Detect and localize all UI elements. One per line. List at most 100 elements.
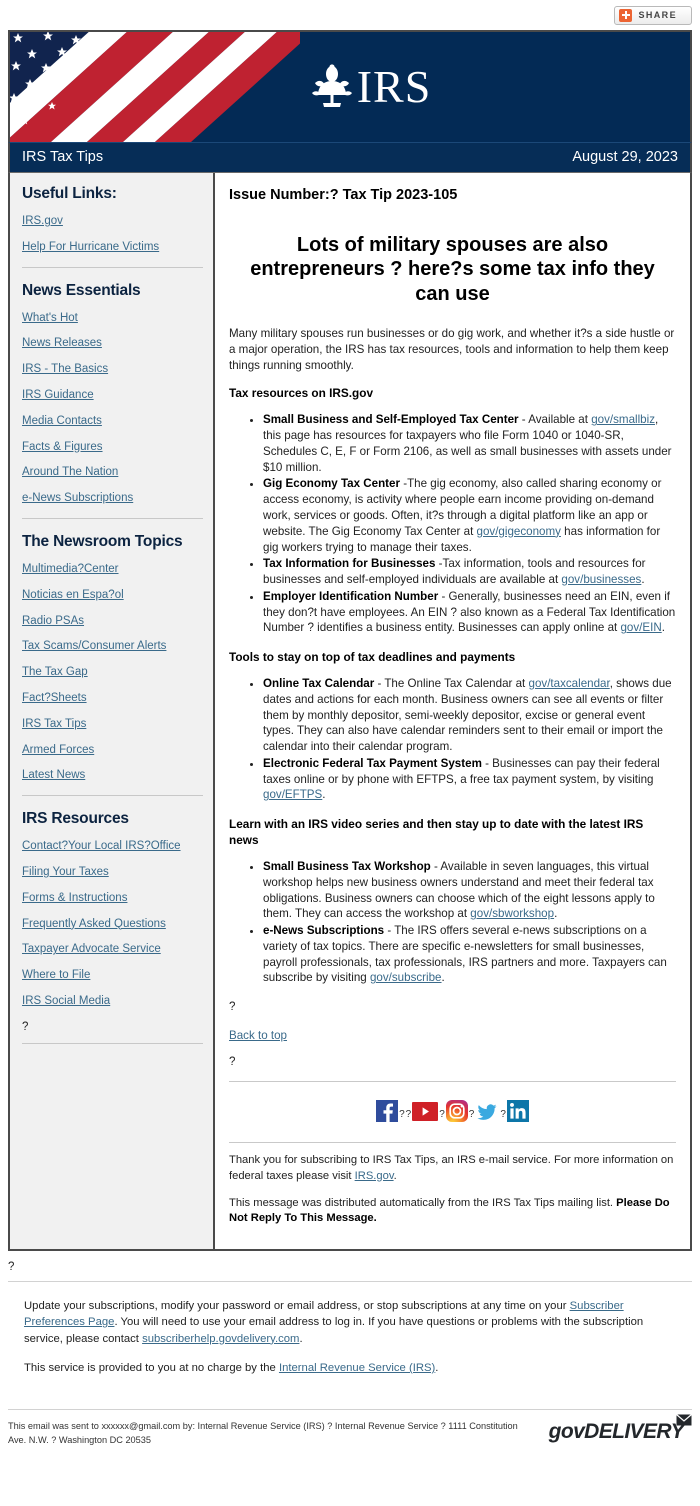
sidebar-heading-newsroom-topics: The Newsroom Topics xyxy=(22,532,183,550)
back-to-top-link[interactable]: Back to top xyxy=(229,1029,287,1042)
thanks-text-before: Thank you for subscribing to IRS Tax Tip… xyxy=(229,1154,674,1182)
bullet-link-sbworkshop[interactable]: gov/sbworkshop xyxy=(470,907,554,920)
youtube-icon xyxy=(412,1101,439,1121)
irs-logo: IRS xyxy=(309,59,432,116)
social-links-row: ? ? ? ? ? xyxy=(229,1092,676,1132)
thanks-link-irs-gov[interactable]: IRS.gov xyxy=(355,1170,394,1182)
irs-service-link[interactable]: Internal Revenue Service (IRS) xyxy=(279,1362,435,1374)
sidebar-link-filing-your-taxes[interactable]: Filing Your Taxes xyxy=(22,866,203,880)
bullet-term: Employer Identification Number xyxy=(263,589,439,603)
linkedin-icon xyxy=(506,1100,529,1123)
sidebar-divider-4 xyxy=(22,1042,203,1044)
bullet-link-gigeconomy[interactable]: gov/gigeconomy xyxy=(477,525,561,538)
social-link-facebook[interactable] xyxy=(376,1100,399,1123)
sidebar-link-facts-figures[interactable]: Facts & Figures xyxy=(22,441,203,455)
bullet-term: Gig Economy Tax Center xyxy=(263,477,401,491)
sidebar-link-taxpayer-advocate[interactable]: Taxpayer Advocate Service xyxy=(22,943,203,957)
sidebar-link-irs-guidance[interactable]: IRS Guidance xyxy=(22,389,203,403)
bullet-link-businesses[interactable]: gov/businesses xyxy=(561,573,641,586)
sidebar-heading-useful-links: Useful Links: xyxy=(22,185,117,202)
sidebar-link-the-tax-gap[interactable]: The Tax Gap xyxy=(22,666,203,680)
sidebar-link-whats-hot[interactable]: What's Hot xyxy=(22,312,203,326)
share-plus-icon xyxy=(619,8,633,22)
social-separator: ? xyxy=(405,1109,412,1121)
sidebar-link-where-to-file[interactable]: Where to File xyxy=(22,969,203,983)
social-link-instagram[interactable] xyxy=(445,1100,468,1123)
sidebar-link-media-contacts[interactable]: Media Contacts xyxy=(22,415,203,429)
bullet-link-taxcalendar[interactable]: gov/taxcalendar xyxy=(529,677,610,690)
irs-masthead: IRS xyxy=(8,30,692,142)
bullet-text-after: . xyxy=(661,621,665,635)
section-heading-tax-resources: Tax resources on IRS.gov xyxy=(229,386,374,401)
sidebar-link-fact-sheets[interactable]: Fact?Sheets xyxy=(22,692,203,706)
list-item: Online Tax Calendar - The Online Tax Cal… xyxy=(263,676,676,755)
envelope-icon xyxy=(676,1413,692,1431)
sidebar-link-latest-news[interactable]: Latest News xyxy=(22,769,203,783)
sidebar-link-enews-subscriptions[interactable]: e-News Subscriptions xyxy=(22,492,203,506)
service-text-after: . xyxy=(435,1362,439,1375)
social-link-youtube[interactable] xyxy=(412,1101,439,1121)
subscription-footer: Update your subscriptions, modify your p… xyxy=(0,1282,700,1400)
sidebar-link-contact-local-office[interactable]: Contact?Your Local IRS?Office xyxy=(22,840,203,854)
sidebar-link-news-releases[interactable]: News Releases xyxy=(22,337,203,351)
sidebar-link-armed-forces[interactable]: Armed Forces xyxy=(22,744,203,758)
sidebar-link-forms-instructions[interactable]: Forms & Instructions xyxy=(22,892,203,906)
twitter-icon xyxy=(475,1100,500,1122)
share-button[interactable]: SHARE xyxy=(614,5,692,25)
social-separator: ? xyxy=(500,1109,506,1121)
social-separator: ? xyxy=(468,1109,475,1121)
outer-spacer: ? xyxy=(8,1260,15,1273)
section-heading-tools: Tools to stay on top of tax deadlines an… xyxy=(229,650,516,665)
sidebar-link-noticias-en-espanol[interactable]: Noticias en Espa?ol xyxy=(22,589,203,603)
bullet-link-smallbiz[interactable]: gov/smallbiz xyxy=(591,413,655,426)
update-text-3: . xyxy=(299,1332,303,1345)
email-body: Useful Links: IRS.gov Help For Hurricane… xyxy=(8,172,692,1251)
bullet-term: Tax Information for Businesses xyxy=(263,557,436,571)
sender-info-row: This email was sent to xxxxxx@gmail.com … xyxy=(0,1410,700,1460)
american-flag-icon xyxy=(10,32,300,142)
sidebar-link-irs-tax-tips[interactable]: IRS Tax Tips xyxy=(22,718,203,732)
list-item: Small Business and Self-Employed Tax Cen… xyxy=(263,412,676,475)
sidebar-link-irs-basics[interactable]: IRS - The Basics xyxy=(22,363,203,377)
sidebar: Useful Links: IRS.gov Help For Hurricane… xyxy=(10,173,215,1249)
publication-name: IRS Tax Tips xyxy=(22,149,104,165)
sidebar-link-radio-psas[interactable]: Radio PSAs xyxy=(22,615,203,629)
publication-date: August 29, 2023 xyxy=(572,149,678,165)
sidebar-heading-irs-resources: IRS Resources xyxy=(22,810,129,828)
article-intro: Many military spouses run businesses or … xyxy=(229,327,675,372)
bullet-term: Online Tax Calendar xyxy=(263,677,375,691)
social-separator: ? xyxy=(399,1109,405,1121)
bullet-link-eftps[interactable]: gov/EFTPS xyxy=(263,788,322,801)
sidebar-link-around-the-nation[interactable]: Around The Nation xyxy=(22,466,203,480)
bullet-list-tools: Online Tax Calendar - The Online Tax Cal… xyxy=(229,676,676,803)
social-separator: ? xyxy=(439,1109,445,1121)
subscriber-help-link[interactable]: subscriberhelp.govdelivery.com xyxy=(142,1333,299,1345)
social-link-twitter[interactable] xyxy=(475,1100,500,1122)
list-item: e-News Subscriptions - The IRS offers se… xyxy=(263,923,676,986)
sidebar-heading-news-essentials: News Essentials xyxy=(22,281,141,299)
sidebar-link-irs-gov[interactable]: IRS.gov xyxy=(22,215,203,229)
bullet-term: Electronic Federal Tax Payment System xyxy=(263,756,482,770)
sidebar-link-faq[interactable]: Frequently Asked Questions xyxy=(22,918,203,932)
bullet-text-before: - The Online Tax Calendar at xyxy=(374,677,529,691)
bullet-term: e-News Subscriptions xyxy=(263,924,385,938)
content-divider-2 xyxy=(229,1142,676,1144)
sidebar-link-tax-scams-consumer-alerts[interactable]: Tax Scams/Consumer Alerts xyxy=(22,640,203,654)
bullet-list-video-series: Small Business Tax Workshop - Available … xyxy=(229,859,676,986)
bullet-text-before: - Available at xyxy=(518,413,592,427)
share-button-label: SHARE xyxy=(638,10,677,20)
email-container: IRS IRS Tax Tips August 29, 2023 Useful … xyxy=(8,30,692,1251)
thanks-message: Thank you for subscribing to IRS Tax Tip… xyxy=(229,1153,676,1184)
content-divider-1 xyxy=(229,1081,676,1083)
bullet-term: Small Business and Self-Employed Tax Cen… xyxy=(263,413,519,427)
irs-wordmark: IRS xyxy=(356,61,432,112)
sidebar-link-multimedia-center[interactable]: Multimedia?Center xyxy=(22,563,203,577)
social-link-linkedin[interactable] xyxy=(506,1100,529,1123)
sidebar-link-hurricane-victims[interactable]: Help For Hurricane Victims xyxy=(22,241,203,255)
sidebar-link-irs-social-media[interactable]: IRS Social Media xyxy=(22,995,203,1009)
bullet-link-ein[interactable]: gov/EIN xyxy=(620,621,661,634)
content-spacer-2: ? xyxy=(229,1055,236,1069)
bullet-link-subscribe[interactable]: gov/subscribe xyxy=(370,971,442,984)
service-text-before: This service is provided to you at no ch… xyxy=(24,1362,279,1375)
irs-seal-icon xyxy=(309,59,355,116)
